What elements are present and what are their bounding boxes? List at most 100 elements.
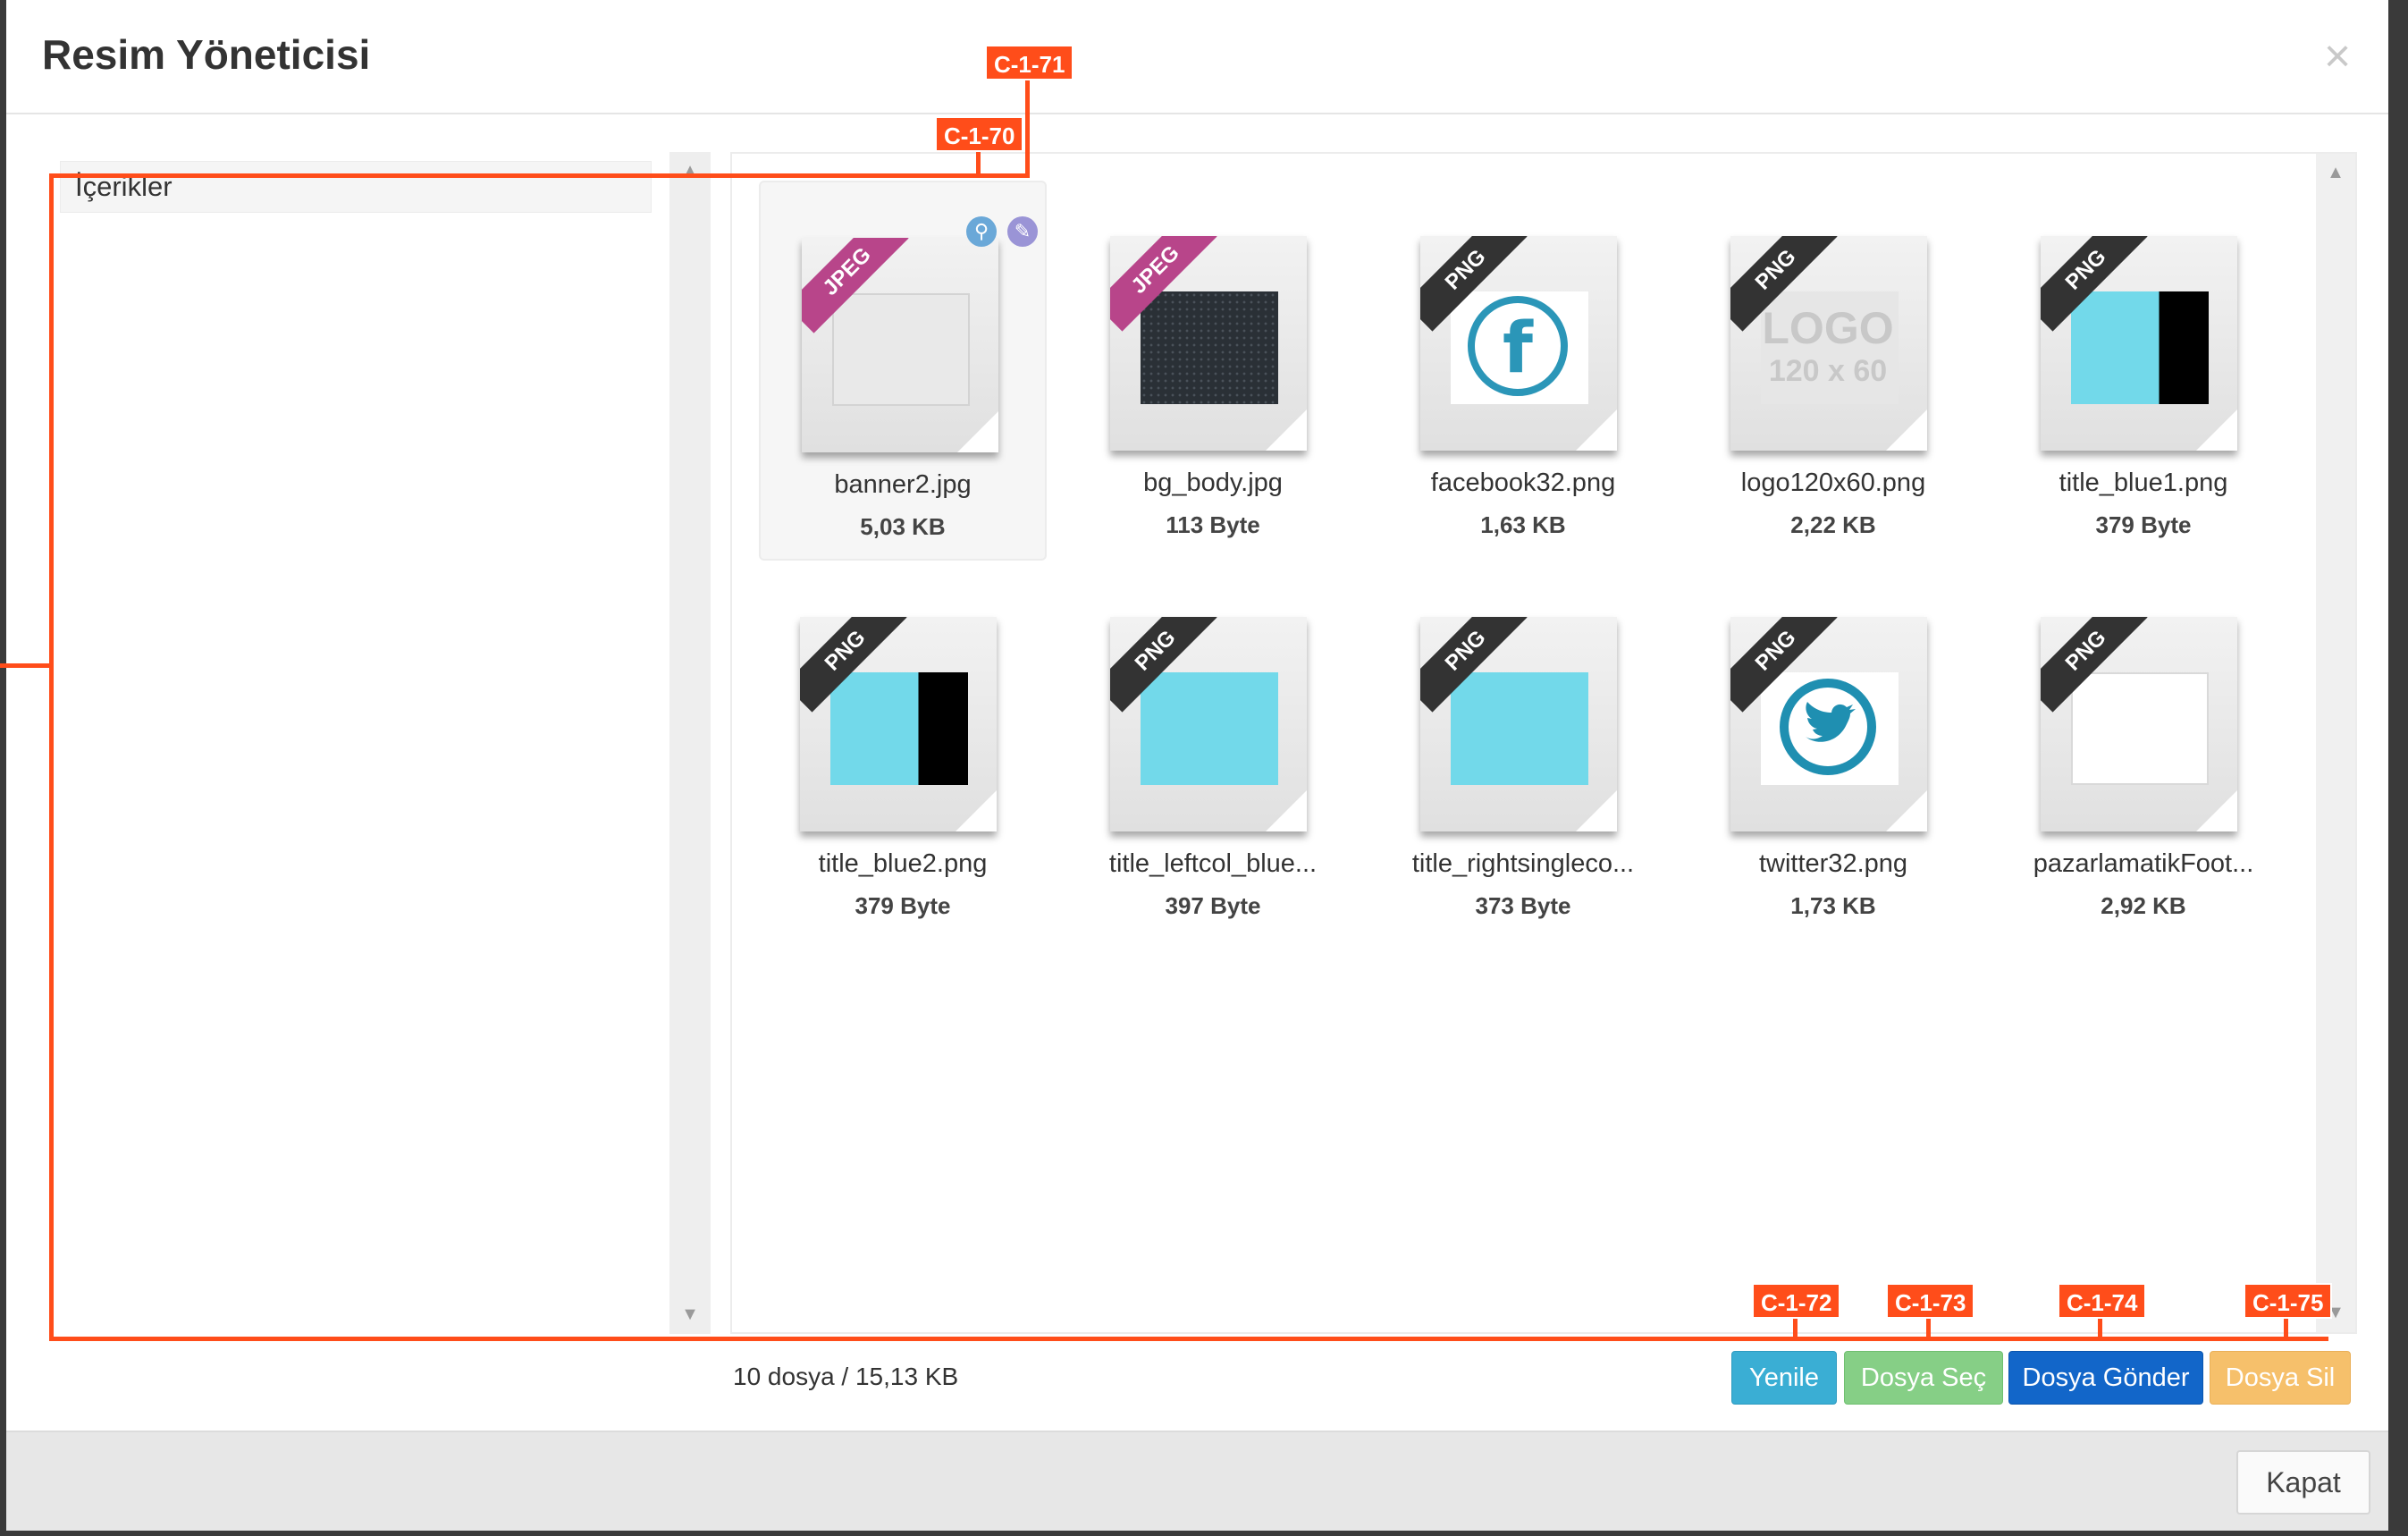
file-item[interactable]: f PNG facebook32.png 1,63 KB <box>1379 181 1667 561</box>
annotation-tag-73: C-1-73 <box>1886 1283 1975 1319</box>
file-name: logo120x60.png <box>1740 468 1926 497</box>
twitter-icon <box>1780 679 1876 775</box>
page-fold-corner <box>1264 789 1307 831</box>
page-fold-corner <box>1574 408 1617 451</box>
delete-file-button[interactable]: Dosya Sil <box>2210 1351 2351 1405</box>
file-item[interactable]: JPEG ⚲ ✎ banner2.jpg 5,03 KB <box>759 181 1047 561</box>
file-name: banner2.jpg <box>834 470 972 499</box>
edit-icon[interactable]: ✎ <box>1007 216 1038 247</box>
file-name: title_blue2.png <box>818 849 988 878</box>
file-size: 1,63 KB <box>1480 511 1566 538</box>
file-item[interactable]: JPEG bg_body.jpg 113 Byte <box>1069 181 1357 561</box>
scroll-up-icon[interactable]: ▲ <box>2316 163 2355 183</box>
file-item[interactable]: LOGO 120 x 60 PNG logo120x60.png 2,22 KB <box>1689 181 1977 561</box>
thumbnail-preview <box>2071 291 2209 404</box>
page-fold-corner <box>956 409 998 452</box>
file-size: 2,92 KB <box>2101 892 2186 919</box>
file-item[interactable]: PNG title_blue1.png 379 Byte <box>2000 181 2287 561</box>
thumbnail-preview: LOGO 120 x 60 <box>1761 291 1899 404</box>
file-size: 5,03 KB <box>860 513 946 540</box>
svg-text:120 x 60: 120 x 60 <box>1769 354 1887 388</box>
upload-file-button[interactable]: Dosya Gönder <box>2008 1351 2203 1405</box>
file-thumbnail[interactable]: PNG <box>800 617 997 831</box>
file-thumbnail[interactable]: LOGO 120 x 60 PNG <box>1730 236 1927 451</box>
file-item[interactable]: PNG twitter32.png 1,73 KB <box>1689 561 1977 941</box>
annotation-left-stub <box>0 663 52 668</box>
annotation-box-top <box>51 173 1030 178</box>
file-thumbnail[interactable]: PNG <box>1110 617 1307 831</box>
file-thumbnail[interactable]: f PNG <box>1420 236 1617 451</box>
close-icon[interactable]: × <box>2315 33 2360 80</box>
annotation-tag-70: C-1-70 <box>935 116 1024 152</box>
page-fold-corner <box>1884 789 1927 831</box>
scroll-up-icon[interactable]: ▲ <box>669 161 711 181</box>
annotation-connector-71 <box>1025 80 1030 175</box>
tree-item-icerikler[interactable]: İçerikler <box>60 161 652 213</box>
file-name: title_blue1.png <box>2059 468 2228 497</box>
page-fold-corner <box>2194 789 2237 831</box>
file-grid: JPEG ⚲ ✎ banner2.jpg 5,03 KB JPEG bg_body.jpg 1… <box>732 154 2305 1332</box>
file-thumbnail[interactable]: PNG <box>2041 236 2237 451</box>
page-fold-corner <box>2194 408 2237 451</box>
thumbnail-preview <box>1141 291 1278 404</box>
file-item[interactable]: PNG title_rightsingleco... 373 Byte <box>1379 561 1667 941</box>
file-size: 1,73 KB <box>1790 892 1876 919</box>
file-thumbnail[interactable]: PNG <box>2041 617 2237 831</box>
dialog-header: Resim Yöneticisi × <box>6 0 2388 114</box>
file-item[interactable]: PNG title_leftcol_blue... 397 Byte <box>1069 561 1357 941</box>
file-grid-panel: JPEG ⚲ ✎ banner2.jpg 5,03 KB JPEG bg_body.jpg 1… <box>730 152 2357 1334</box>
file-name: pazarlamatikFoot... <box>2033 849 2254 878</box>
close-button[interactable]: Kapat <box>2236 1450 2370 1515</box>
select-file-button[interactable]: Dosya Seç <box>1844 1351 2003 1405</box>
file-name: title_leftcol_blue... <box>1108 849 1318 878</box>
annotation-connector-74 <box>2098 1319 2102 1340</box>
logo-placeholder-icon: LOGO120 x 60 <box>1762 303 1893 388</box>
page-fold-corner <box>1884 408 1927 451</box>
svg-text:f: f <box>1503 308 1534 389</box>
thumbnail-preview: f <box>1451 291 1588 404</box>
file-name: bg_body.jpg <box>1143 468 1283 497</box>
annotation-connector-73 <box>1926 1319 1931 1340</box>
file-name: title_rightsingleco... <box>1411 849 1635 878</box>
file-thumbnail[interactable]: JPEG <box>802 238 998 452</box>
grid-scrollbar[interactable]: ▲ ▼ <box>2316 154 2355 1332</box>
file-item[interactable]: PNG pazarlamatikFoot... 2,92 KB <box>2000 561 2287 941</box>
file-thumbnail[interactable]: PNG <box>1730 617 1927 831</box>
refresh-button[interactable]: Yenile <box>1731 1351 1837 1405</box>
annotation-tag-75: C-1-75 <box>2244 1283 2333 1319</box>
thumbnail-preview <box>830 672 968 785</box>
annotation-tag-74: C-1-74 <box>2058 1283 2147 1319</box>
thumbnail-preview <box>1451 672 1588 785</box>
annotation-connector-75 <box>2284 1319 2288 1340</box>
page-fold-corner <box>954 789 997 831</box>
annotation-tag-71: C-1-71 <box>985 45 1074 80</box>
thumbnail-preview <box>1141 672 1278 785</box>
page-fold-corner <box>1264 408 1307 451</box>
file-name: twitter32.png <box>1758 849 1908 878</box>
dialog-title: Resim Yöneticisi <box>42 31 371 78</box>
file-count-summary: 10 dosya / 15,13 KB <box>733 1363 959 1390</box>
svg-text:LOGO: LOGO <box>1762 303 1893 353</box>
file-size: 379 Byte <box>855 892 951 919</box>
thumbnail-preview <box>2071 672 2209 785</box>
file-thumbnail[interactable]: PNG <box>1420 617 1617 831</box>
annotation-box-bottom <box>49 1337 2328 1341</box>
annotation-connector-72 <box>1793 1319 1798 1340</box>
file-size: 2,22 KB <box>1790 511 1876 538</box>
page-fold-corner <box>1574 789 1617 831</box>
file-size: 373 Byte <box>1475 892 1571 919</box>
image-manager-dialog: Resim Yöneticisi × İçerikler ▲ ▼ JPEG ⚲ ✎ b… <box>6 0 2388 1531</box>
annotation-box-left <box>49 173 54 1341</box>
thumbnail-preview <box>1761 672 1899 785</box>
file-thumbnail[interactable]: JPEG <box>1110 236 1307 451</box>
zoom-icon[interactable]: ⚲ <box>966 216 997 247</box>
scroll-down-icon[interactable]: ▼ <box>669 1304 711 1325</box>
tree-scrollbar[interactable]: ▲ ▼ <box>669 152 711 1334</box>
folder-tree-panel: İçerikler ▲ ▼ <box>51 152 711 1334</box>
file-item[interactable]: PNG title_blue2.png 379 Byte <box>759 561 1047 941</box>
facebook-icon: f <box>1468 296 1568 396</box>
file-size: 113 Byte <box>1166 511 1260 538</box>
file-size: 397 Byte <box>1165 892 1261 919</box>
file-size: 379 Byte <box>2095 511 2192 538</box>
annotation-connector-70 <box>976 152 981 175</box>
